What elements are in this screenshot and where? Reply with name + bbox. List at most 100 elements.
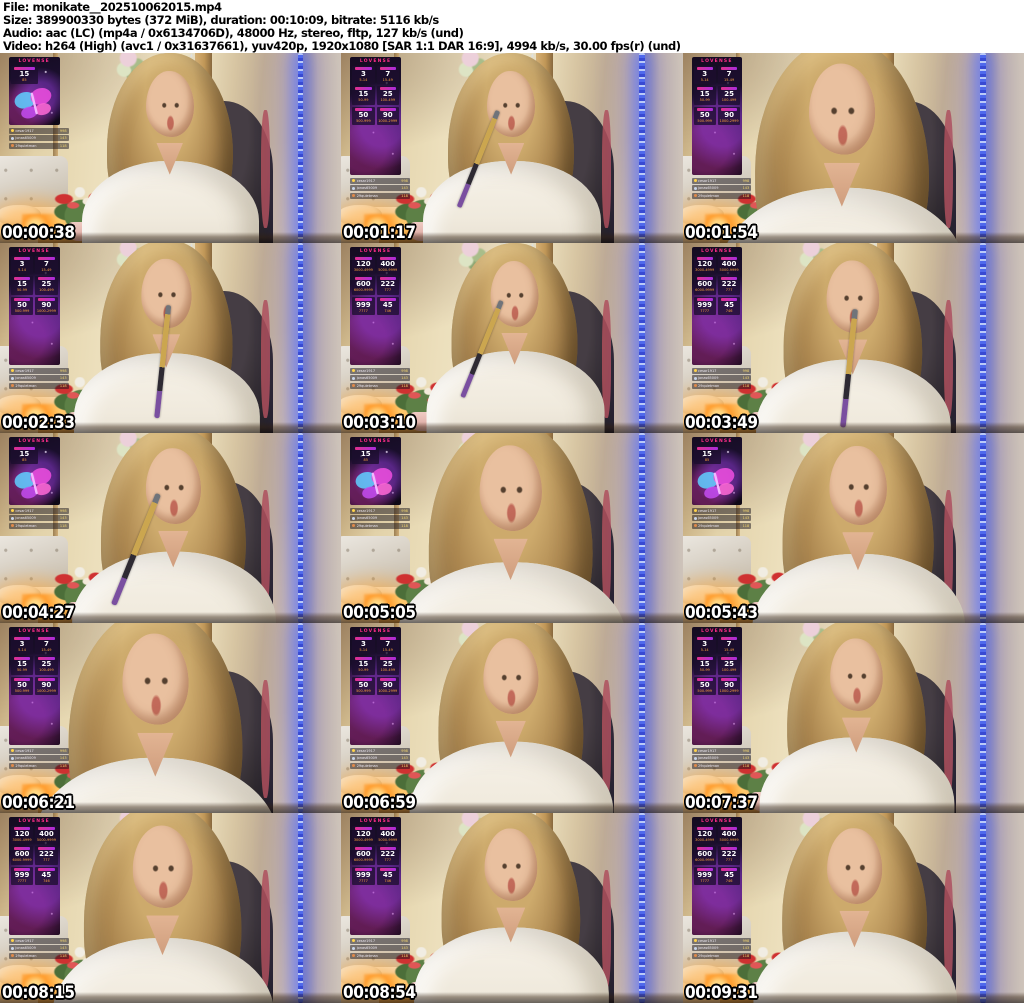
tile-value: 400 xyxy=(39,829,54,838)
leaderboard-row: cesar1917 998 xyxy=(691,937,752,944)
tile-value: 120 xyxy=(697,259,713,268)
tile-value: 7 xyxy=(385,639,391,648)
tile-value: 50 xyxy=(17,300,27,309)
tile-value: 45 xyxy=(382,870,393,879)
leaderboard-username: cesar1917 xyxy=(15,508,34,513)
medal-icon xyxy=(693,179,697,183)
tile-value: 50 xyxy=(17,680,27,689)
leaderboard-username: jonas65009 xyxy=(356,186,378,191)
medal-icon xyxy=(693,524,697,528)
person xyxy=(423,53,601,243)
tip-menu-tile: 25 100-499 xyxy=(717,86,741,105)
tile-token-range: 746 xyxy=(384,308,392,313)
tile-value: 600 xyxy=(697,280,713,289)
tile-value: 999 xyxy=(356,300,371,309)
tip-menu-tiles: 3 5-14 7 15-49 15 50-99 25 100-499 50 500-999 90 10… xyxy=(352,65,399,126)
person-face xyxy=(808,63,875,155)
tip-menu-tile: 7 15-49 xyxy=(376,635,399,655)
leaderboard-score: 998 xyxy=(742,508,750,513)
video-thumbnail: LOVENSE 3 5-14 7 15-49 15 50-99 25 100-499 50 500… xyxy=(0,243,342,433)
tile-token-range: 7777 xyxy=(358,308,368,313)
lovense-overlay: LOVENSE 15 85 cesar1917 998 jonas65009 143 29… xyxy=(8,56,69,151)
tile-value: 25 xyxy=(724,90,734,99)
chair-red-trim xyxy=(261,110,270,228)
led-light-strip xyxy=(297,53,304,243)
lovense-logo: LOVENSE xyxy=(18,58,50,64)
tip-menu-tile: 120 3000-4999 xyxy=(352,255,375,275)
tip-leaderboard: cesar1917 998 jonas65009 143 29quietman 118 xyxy=(8,937,69,959)
leaderboard-username: jonas65009 xyxy=(356,376,378,381)
frame-timestamp: 00:06:59 xyxy=(343,793,416,813)
tile-token-range: 100-499 xyxy=(39,668,54,673)
leaderboard-score: 118 xyxy=(59,953,67,958)
leaderboard-score: 118 xyxy=(401,523,408,528)
leaderboard-row: cesar1917 998 xyxy=(350,367,410,374)
tile-value: 15 xyxy=(19,69,30,78)
lovense-logo: LOVENSE xyxy=(359,58,392,64)
person-face xyxy=(132,825,193,908)
leaderboard-row: 29quietman 118 xyxy=(691,762,752,769)
lovense-panel: LOVENSE 3 5-14 7 15-49 15 50-99 25 100-499 50 500… xyxy=(350,56,401,175)
medal-icon xyxy=(10,144,14,148)
tip-menu-tile: 600 6000-9999 xyxy=(693,276,716,295)
tile-value: 3 xyxy=(702,69,708,78)
person xyxy=(752,433,966,623)
tip-menu-tile: 45 746 xyxy=(35,866,58,886)
tile-value: 50 xyxy=(358,680,369,689)
leaderboard-username: 29quietman xyxy=(15,953,37,958)
lovense-panel: LOVENSE 15 85 xyxy=(691,436,743,505)
tile-token-range: 5-14 xyxy=(359,647,368,652)
leaderboard-score: 998 xyxy=(742,368,750,373)
video-thumbnail: LOVENSE 3 5-14 7 15-49 15 50-99 25 100-499 50 500… xyxy=(341,53,683,243)
leaderboard-username: 29quietman xyxy=(698,383,720,388)
tile-token-range: 3000-4999 xyxy=(353,837,373,842)
led-light-strip xyxy=(297,813,304,1003)
leaderboard-row: cesar1917 998 xyxy=(691,507,752,514)
right-wall xyxy=(981,813,1024,1003)
tip-menu-tile: 90 1000-2999 xyxy=(376,106,399,126)
leaderboard-row: cesar1917 998 xyxy=(8,937,69,944)
tip-leaderboard: cesar1917 998 jonas65009 143 29quietman 118 xyxy=(691,367,752,389)
tile-value: 25 xyxy=(41,280,52,289)
leaderboard-username: cesar1917 xyxy=(15,748,34,753)
tip-menu-tile: 7 15-49 xyxy=(35,635,58,655)
tile-value: 999 xyxy=(697,300,713,309)
leaderboard-username: 29quietman xyxy=(698,953,720,958)
tile-token-range: 100-499 xyxy=(380,98,396,103)
medal-icon xyxy=(693,186,697,190)
tile-value: 45 xyxy=(382,300,393,309)
tip-menu-tile: 999 7777 xyxy=(352,866,375,886)
tip-menu-tile: 25 100-499 xyxy=(35,656,58,675)
medal-icon xyxy=(352,939,356,943)
tip-menu-tile: 400 5000-9999 xyxy=(717,825,741,845)
tile-value: 7 xyxy=(726,639,732,648)
leaderboard-score: 998 xyxy=(401,178,408,183)
tip-menu-tile: 600 6000-9999 xyxy=(352,846,375,865)
tile-value: 222 xyxy=(721,850,737,859)
tip-menu-tiles: 3 5-14 7 15-49 15 50-99 25 100-499 50 500-999 90 10… xyxy=(693,635,741,696)
tip-menu-tile: 3 5-14 xyxy=(693,635,716,655)
lovense-panel: LOVENSE 15 85 xyxy=(350,436,401,505)
tip-menu-tile: 15 85 xyxy=(352,445,380,465)
leaderboard-score: 143 xyxy=(59,946,67,951)
leaderboard-row: 29quietman 118 xyxy=(350,952,410,959)
medal-icon xyxy=(693,756,697,760)
tip-menu-tiles: 3 5-14 7 15-49 15 50-99 25 100-499 50 500-999 90 10… xyxy=(10,635,58,696)
right-wall xyxy=(298,53,342,243)
leaderboard-username: 29quietman xyxy=(698,523,720,528)
tip-menu-tile: 90 1000-2999 xyxy=(376,676,399,696)
medal-icon xyxy=(352,954,356,958)
person xyxy=(753,813,958,1003)
video-thumbnail: LOVENSE 120 3000-4999 400 5000-9999 600 6000-… xyxy=(682,813,1024,1003)
tile-value: 90 xyxy=(382,680,393,689)
tile-value: 15 xyxy=(17,280,27,289)
lovense-logo: LOVENSE xyxy=(701,438,733,444)
leaderboard-score: 118 xyxy=(59,763,67,768)
leaderboard-score: 143 xyxy=(59,136,67,141)
medal-icon xyxy=(352,946,356,950)
tile-value: 45 xyxy=(724,870,734,879)
medal-icon xyxy=(693,516,697,520)
tip-menu-tile: 120 3000-4999 xyxy=(693,825,716,845)
leaderboard-score: 998 xyxy=(742,178,750,183)
tip-leaderboard: cesar1917 998 jonas65009 143 29quietman 118 xyxy=(350,747,410,769)
